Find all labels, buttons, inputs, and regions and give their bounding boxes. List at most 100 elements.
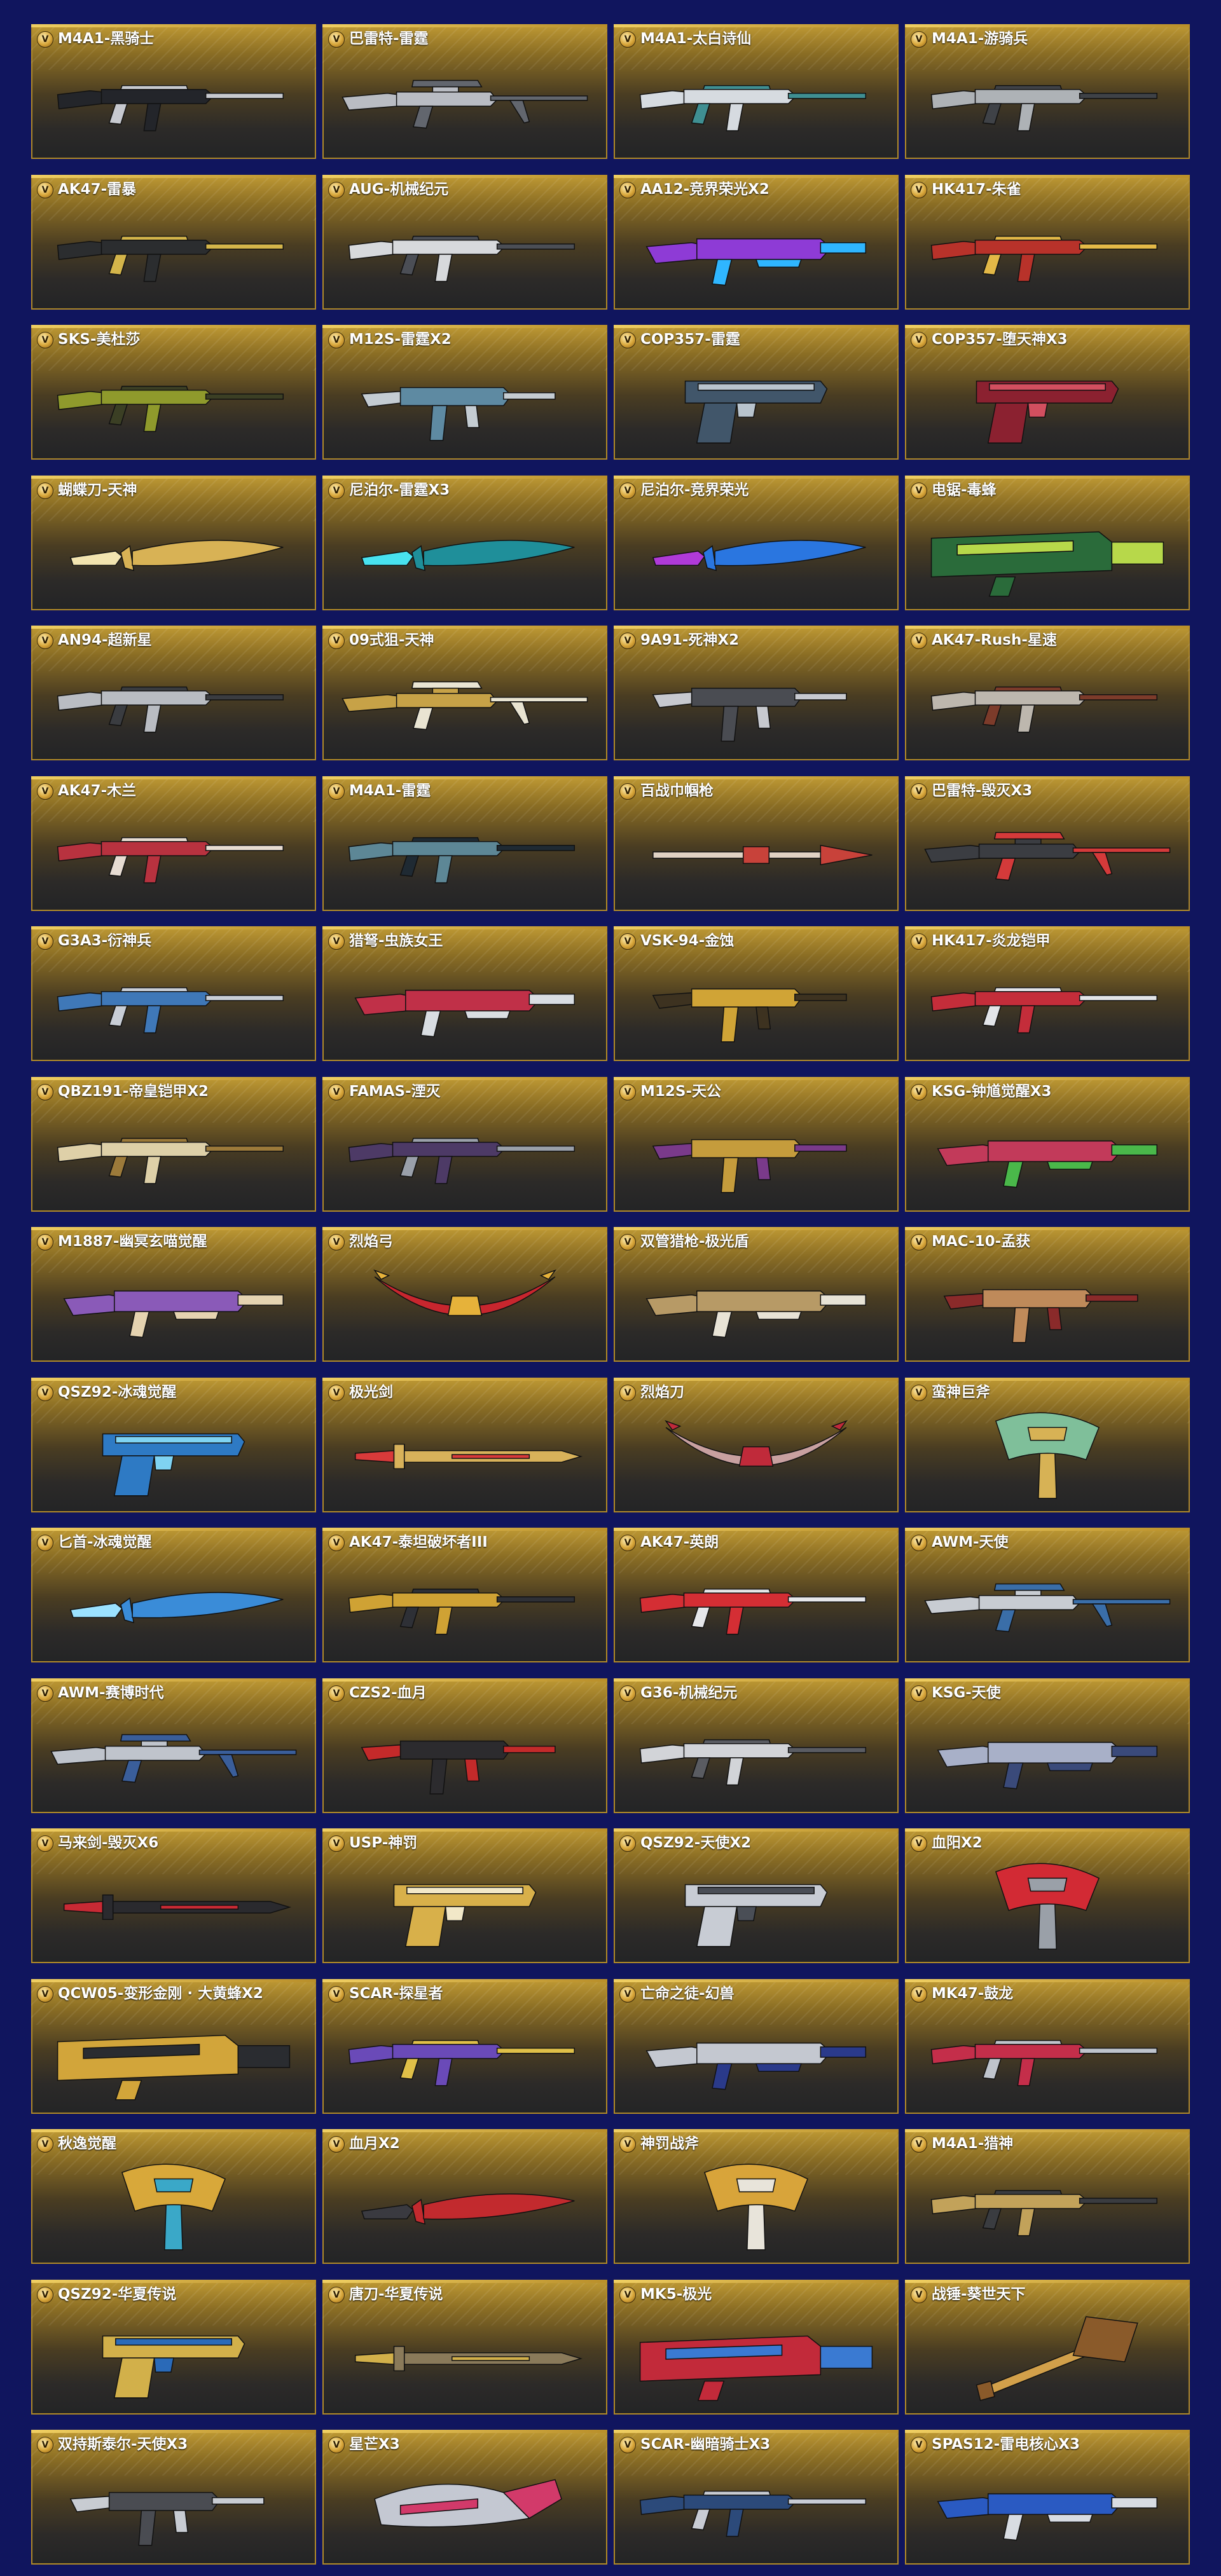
weapon-name: 星芒X3 xyxy=(349,2436,400,2453)
weapon-card[interactable]: V 蛮神巨斧 xyxy=(905,1377,1190,1512)
vip-badge-icon: V xyxy=(37,1685,53,1702)
weapon-card[interactable]: V COP357-堕天神X3 xyxy=(905,325,1190,460)
weapon-card[interactable]: V HK417-炎龙铠甲 xyxy=(905,926,1190,1061)
weapon-card[interactable]: V MK47-鼓龙 xyxy=(905,1978,1190,2114)
weapon-card[interactable]: V QBZ191-帝皇铠甲X2 xyxy=(31,1076,316,1212)
weapon-card[interactable]: V M1887-幽冥玄喵觉醒 xyxy=(31,1227,316,1362)
weapon-card[interactable]: V 双持斯泰尔-天使X3 xyxy=(31,2430,316,2565)
weapon-card[interactable]: V AK47-木兰 xyxy=(31,776,316,911)
vip-badge-icon: V xyxy=(619,2437,636,2453)
weapon-card[interactable]: V 血阳X2 xyxy=(905,1828,1190,1963)
weapon-card[interactable]: V 秋逸觉醒 xyxy=(31,2129,316,2264)
weapon-card[interactable]: V 巴雷特-毁灭X3 xyxy=(905,776,1190,911)
weapon-name: AK47-木兰 xyxy=(58,782,137,799)
vip-badge-icon: V xyxy=(328,1384,345,1401)
weapon-card[interactable]: V M12S-天公 xyxy=(614,1076,899,1212)
vip-badge-icon: V xyxy=(37,633,53,649)
weapon-card[interactable]: V CZS2-血月 xyxy=(322,1678,607,1813)
weapon-card[interactable]: V QSZ92-华夏传说 xyxy=(31,2279,316,2415)
weapon-card[interactable]: V MAC-10-孟获 xyxy=(905,1227,1190,1362)
weapon-card[interactable]: V KSG-天使 xyxy=(905,1678,1190,1813)
weapon-card[interactable]: V 猎弩-虫族女王 xyxy=(322,926,607,1061)
weapon-card[interactable]: V 尼泊尔-竞界荣光 xyxy=(614,475,899,610)
weapon-card[interactable]: V 星芒X3 xyxy=(322,2430,607,2565)
weapon-name: 秋逸觉醒 xyxy=(58,2135,116,2152)
vip-badge-icon: V xyxy=(911,633,927,649)
weapon-card[interactable]: V 烈焰弓 xyxy=(322,1227,607,1362)
weapon-card[interactable]: V 亡命之徒-幻兽 xyxy=(614,1978,899,2114)
weapon-card[interactable]: V 09式狙-天神 xyxy=(322,626,607,760)
weapon-card[interactable]: V 唐刀-华夏传说 xyxy=(322,2279,607,2415)
weapon-card[interactable]: V 烈焰刀 xyxy=(614,1377,899,1512)
weapon-card[interactable]: V 9A91-死神X2 xyxy=(614,626,899,760)
weapon-name: 血阳X2 xyxy=(932,1835,983,1851)
weapon-image xyxy=(626,2460,886,2557)
weapon-card[interactable]: V 尼泊尔-雷霆X3 xyxy=(322,475,607,610)
weapon-card[interactable]: V AK47-雷暴 xyxy=(31,174,316,310)
weapon-name: USP-神罚 xyxy=(349,1835,418,1851)
weapon-card[interactable]: V M4A1-猎神 xyxy=(905,2129,1190,2264)
weapon-card[interactable]: V 战锤-葵世天下 xyxy=(905,2279,1190,2415)
weapon-card[interactable]: V SKS-美杜莎 xyxy=(31,325,316,460)
weapon-card[interactable]: V AK47-泰坦破坏者III xyxy=(322,1528,607,1662)
weapon-card[interactable]: V AK47-Rush-星速 xyxy=(905,626,1190,760)
weapon-card[interactable]: V G36-机械纪元 xyxy=(614,1678,899,1813)
weapon-card[interactable]: V 马来剑-毁灭X6 xyxy=(31,1828,316,1963)
weapon-card[interactable]: V M4A1-黑骑士 xyxy=(31,24,316,159)
vip-badge-icon: V xyxy=(37,783,53,800)
weapon-image xyxy=(626,2010,886,2106)
weapon-card[interactable]: V KSG-钟馗觉醒X3 xyxy=(905,1076,1190,1212)
weapon-image xyxy=(918,1709,1177,1805)
weapon-card[interactable]: V QCW05-变形金刚 · 大黄蜂X2 xyxy=(31,1978,316,2114)
weapon-card[interactable]: V AUG-机械纪元 xyxy=(322,174,607,310)
weapon-card[interactable]: V 电锯-毒蜂 xyxy=(905,475,1190,610)
weapon-image xyxy=(335,55,595,151)
weapon-card[interactable]: V 双管猎枪-极光盾 xyxy=(614,1227,899,1362)
vip-badge-icon: V xyxy=(619,1685,636,1702)
weapon-image xyxy=(626,55,886,151)
weapon-card[interactable]: V AK47-英朗 xyxy=(614,1528,899,1662)
weapon-card[interactable]: V M4A1-游骑兵 xyxy=(905,24,1190,159)
weapon-card[interactable]: V USP-神罚 xyxy=(322,1828,607,1963)
weapon-name: 尼泊尔-竞界荣光 xyxy=(640,481,749,498)
weapon-card[interactable]: V G3A3-衍神兵 xyxy=(31,926,316,1061)
vip-badge-icon: V xyxy=(911,332,927,348)
weapon-card[interactable]: V 匕首-冰魂觉醒 xyxy=(31,1528,316,1662)
vip-badge-icon: V xyxy=(37,2437,53,2453)
weapon-image xyxy=(44,656,303,753)
weapon-card[interactable]: V VSK-94-金蚀 xyxy=(614,926,899,1061)
weapon-card[interactable]: V SPAS12-雷电核心X3 xyxy=(905,2430,1190,2565)
weapon-card[interactable]: V AA12-竞界荣光X2 xyxy=(614,174,899,310)
weapon-card[interactable]: V AWM-天使 xyxy=(905,1528,1190,1662)
weapon-card[interactable]: V 百战巾帼枪 xyxy=(614,776,899,911)
weapon-card[interactable]: V M4A1-太白诗仙 xyxy=(614,24,899,159)
weapon-card[interactable]: V 蝴蝶刀-天神 xyxy=(31,475,316,610)
weapon-name: M4A1-猎神 xyxy=(932,2135,1014,2152)
vip-badge-icon: V xyxy=(37,1234,53,1250)
weapon-image xyxy=(626,807,886,903)
weapon-card[interactable]: V 血月X2 xyxy=(322,2129,607,2264)
weapon-card[interactable]: V 极光剑 xyxy=(322,1377,607,1512)
weapon-card[interactable]: V QSZ92-冰魂觉醒 xyxy=(31,1377,316,1512)
weapon-card[interactable]: V QSZ92-天使X2 xyxy=(614,1828,899,1963)
weapon-image xyxy=(626,1859,886,1956)
weapon-name: VSK-94-金蚀 xyxy=(640,933,735,949)
vip-badge-icon: V xyxy=(619,1535,636,1551)
weapon-card[interactable]: V MK5-极光 xyxy=(614,2279,899,2415)
weapon-card[interactable]: V FAMAS-湮灭 xyxy=(322,1076,607,1212)
weapon-card[interactable]: V AN94-超新星 xyxy=(31,626,316,760)
weapon-card[interactable]: V M4A1-雷霆 xyxy=(322,776,607,911)
weapon-card[interactable]: V AWM-赛博时代 xyxy=(31,1678,316,1813)
weapon-image xyxy=(626,1257,886,1354)
weapon-card[interactable]: V COP357-雷霆 xyxy=(614,325,899,460)
weapon-card[interactable]: V 神罚战斧 xyxy=(614,2129,899,2264)
weapon-card[interactable]: V M12S-雷霆X2 xyxy=(322,325,607,460)
weapon-name: AUG-机械纪元 xyxy=(349,181,449,198)
weapon-card[interactable]: V SCAR-幽暗骑士X3 xyxy=(614,2430,899,2565)
weapon-card[interactable]: V HK417-朱雀 xyxy=(905,174,1190,310)
weapon-card[interactable]: V SCAR-探星者 xyxy=(322,1978,607,2114)
weapon-name: 血月X2 xyxy=(349,2135,400,2152)
weapon-card[interactable]: V 巴雷特-雷霆 xyxy=(322,24,607,159)
weapon-image xyxy=(44,807,303,903)
weapon-name: 神罚战斧 xyxy=(640,2135,699,2152)
